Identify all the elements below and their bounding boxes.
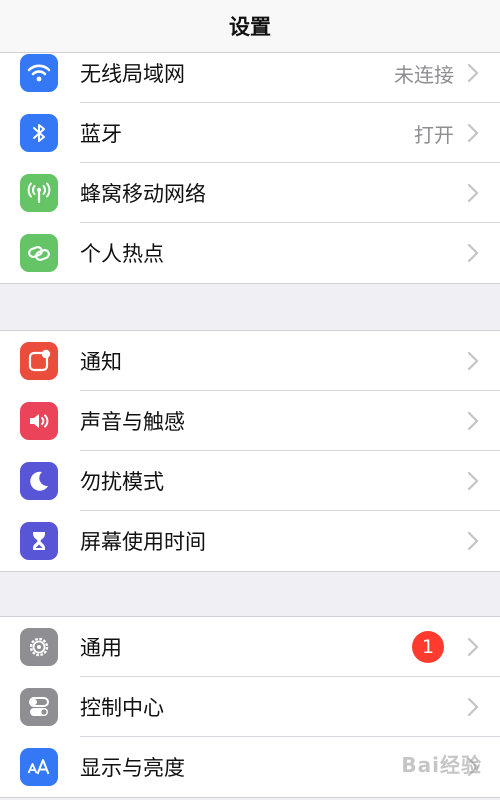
settings-row-do-not-disturb[interactable]: 勿扰模式	[0, 451, 500, 511]
notification-icon	[20, 342, 58, 380]
settings-row-screen-time[interactable]: 屏幕使用时间	[0, 511, 500, 571]
chevron-right-icon	[467, 351, 479, 371]
settings-row-label: 控制中心	[80, 696, 164, 720]
speaker-icon	[20, 402, 58, 440]
chevron-right-icon	[467, 531, 479, 551]
settings-group-connectivity: 无线局域网 未连接 蓝牙 打开 蜂窝移动网络 个人热点	[0, 42, 500, 284]
settings-row-label: 通用	[80, 636, 122, 660]
chevron-right-icon	[467, 183, 479, 203]
navigation-bar: 设置	[0, 0, 500, 53]
settings-row-label: 声音与触感	[80, 410, 185, 434]
settings-row-value: 打开	[414, 122, 454, 147]
cellular-antenna-icon	[20, 174, 58, 212]
hotspot-chain-icon	[20, 234, 58, 272]
chevron-right-icon	[467, 697, 479, 717]
chevron-right-icon	[467, 123, 479, 143]
page-title: 设置	[229, 15, 271, 39]
settings-group-alerts: 通知 声音与触感 勿扰模式 屏幕使用时间	[0, 330, 500, 572]
moon-icon	[20, 462, 58, 500]
wifi-icon	[20, 54, 58, 92]
settings-row-label: 屏幕使用时间	[80, 530, 206, 554]
settings-row-label: 个人热点	[80, 242, 164, 266]
settings-row-value: 未连接	[394, 62, 454, 87]
settings-row-label: 显示与亮度	[80, 756, 185, 780]
chevron-right-icon	[467, 243, 479, 263]
settings-row-hotspot[interactable]: 个人热点	[0, 223, 500, 283]
settings-row-bluetooth[interactable]: 蓝牙 打开	[0, 103, 500, 163]
text-size-icon	[20, 748, 58, 786]
settings-row-sounds[interactable]: 声音与触感	[0, 391, 500, 451]
notification-badge: 1	[412, 631, 444, 663]
chevron-right-icon	[467, 63, 479, 83]
settings-row-notifications[interactable]: 通知	[0, 331, 500, 391]
bluetooth-icon	[20, 114, 58, 152]
settings-row-label: 勿扰模式	[80, 470, 164, 494]
gear-icon	[20, 628, 58, 666]
chevron-right-icon	[467, 411, 479, 431]
settings-row-label: 通知	[80, 350, 122, 374]
watermark: Bai经验	[401, 753, 482, 777]
settings-row-label: 蜂窝移动网络	[80, 182, 206, 206]
settings-row-label: 蓝牙	[80, 122, 122, 146]
settings-row-cellular[interactable]: 蜂窝移动网络	[0, 163, 500, 223]
settings-row-label: 无线局域网	[80, 62, 185, 86]
chevron-right-icon	[467, 637, 479, 657]
toggle-switches-icon	[20, 688, 58, 726]
settings-row-general[interactable]: 通用 1	[0, 617, 500, 677]
hourglass-icon	[20, 522, 58, 560]
settings-row-control-center[interactable]: 控制中心	[0, 677, 500, 737]
chevron-right-icon	[467, 471, 479, 491]
